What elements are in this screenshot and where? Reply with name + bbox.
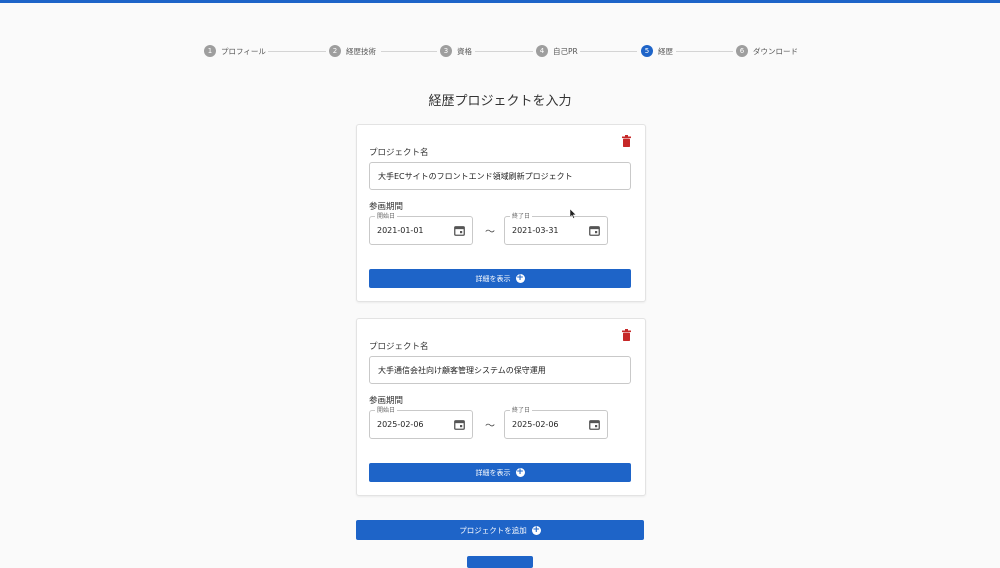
step-number: 4 (536, 45, 548, 57)
project-card: プロジェクト名 大手通信会社向け顧客管理システムの保守運用 参画期間 開始日 2… (356, 318, 646, 496)
step-self-pr[interactable]: 4 自己PR (536, 44, 578, 58)
step-number: 2 (329, 45, 341, 57)
step-label: プロフィール (221, 46, 266, 56)
calendar-icon[interactable] (454, 225, 465, 236)
project-name-label: プロジェクト名 (369, 148, 429, 158)
add-project-label: プロジェクトを追加 (459, 525, 527, 535)
start-date-legend: 開始日 (375, 212, 398, 221)
stepper-connector (676, 50, 733, 52)
step-number: 6 (736, 45, 748, 57)
start-date-legend: 開始日 (375, 406, 398, 415)
date-separator: 〜 (485, 227, 495, 238)
stepper-connector (268, 50, 326, 52)
show-details-button[interactable]: 詳細を表示 + (369, 463, 631, 482)
trash-icon[interactable] (622, 135, 631, 147)
step-profile[interactable]: 1 プロフィール (204, 44, 266, 58)
step-number: 1 (204, 45, 216, 57)
date-separator: 〜 (485, 421, 495, 432)
show-details-label: 詳細を表示 (475, 274, 511, 283)
project-name-input[interactable]: 大手ECサイトのフロントエンド領域刷新プロジェクト (369, 162, 631, 190)
mouse-cursor-icon (570, 209, 577, 219)
calendar-icon[interactable] (454, 419, 465, 430)
step-label: 経歴 (658, 46, 673, 56)
add-project-button[interactable]: プロジェクトを追加 + (356, 520, 644, 540)
page-title: 経歴プロジェクトを入力 (428, 94, 572, 109)
step-number: 3 (440, 45, 452, 57)
calendar-icon[interactable] (589, 225, 600, 236)
start-date-value: 2021-01-01 (377, 226, 424, 235)
end-date-legend: 終了日 (510, 212, 533, 221)
start-date-field[interactable]: 開始日 2025-02-06 (369, 406, 473, 439)
end-date-field[interactable]: 終了日 2021-03-31 (504, 212, 608, 245)
calendar-icon[interactable] (589, 419, 600, 430)
end-date-legend: 終了日 (510, 406, 533, 415)
step-skills[interactable]: 2 経歴技術 (329, 44, 376, 58)
end-date-field[interactable]: 終了日 2025-02-06 (504, 406, 608, 439)
plus-circle-icon: + (515, 273, 525, 283)
progress-stepper: 1 プロフィール 2 経歴技術 3 資格 4 自己PR 5 経歴 6 ダウンロー… (0, 44, 1000, 58)
plus-circle-icon: + (515, 467, 525, 477)
top-accent-bar (0, 0, 1000, 3)
step-number-active: 5 (641, 45, 653, 57)
step-qualifications[interactable]: 3 資格 (440, 44, 472, 58)
step-career[interactable]: 5 経歴 (641, 44, 673, 58)
step-label: 経歴技術 (346, 46, 376, 56)
step-label: 自己PR (553, 46, 578, 56)
end-date-value: 2025-02-06 (512, 420, 559, 429)
stepper-connector (475, 50, 533, 52)
project-card: プロジェクト名 大手ECサイトのフロントエンド領域刷新プロジェクト 参画期間 開… (356, 124, 646, 302)
step-label: 資格 (457, 46, 472, 56)
project-name-value: 大手通信会社向け顧客管理システムの保守運用 (378, 365, 546, 375)
end-date-value: 2021-03-31 (512, 226, 559, 235)
plus-circle-icon: + (531, 524, 541, 535)
start-date-field[interactable]: 開始日 2021-01-01 (369, 212, 473, 245)
project-name-input[interactable]: 大手通信会社向け顧客管理システムの保守運用 (369, 356, 631, 384)
project-name-label: プロジェクト名 (369, 342, 429, 352)
show-details-button[interactable]: 詳細を表示 + (369, 269, 631, 288)
step-download[interactable]: 6 ダウンロード (736, 44, 798, 58)
period-label: 参画期間 (369, 396, 404, 406)
start-date-value: 2025-02-06 (377, 420, 424, 429)
project-name-value: 大手ECサイトのフロントエンド領域刷新プロジェクト (378, 171, 573, 181)
stepper-connector (381, 50, 437, 52)
next-button[interactable] (467, 556, 533, 568)
trash-icon[interactable] (622, 329, 631, 341)
stepper-connector (580, 50, 637, 52)
step-label: ダウンロード (753, 46, 798, 56)
show-details-label: 詳細を表示 (475, 468, 511, 477)
period-label: 参画期間 (369, 202, 404, 212)
